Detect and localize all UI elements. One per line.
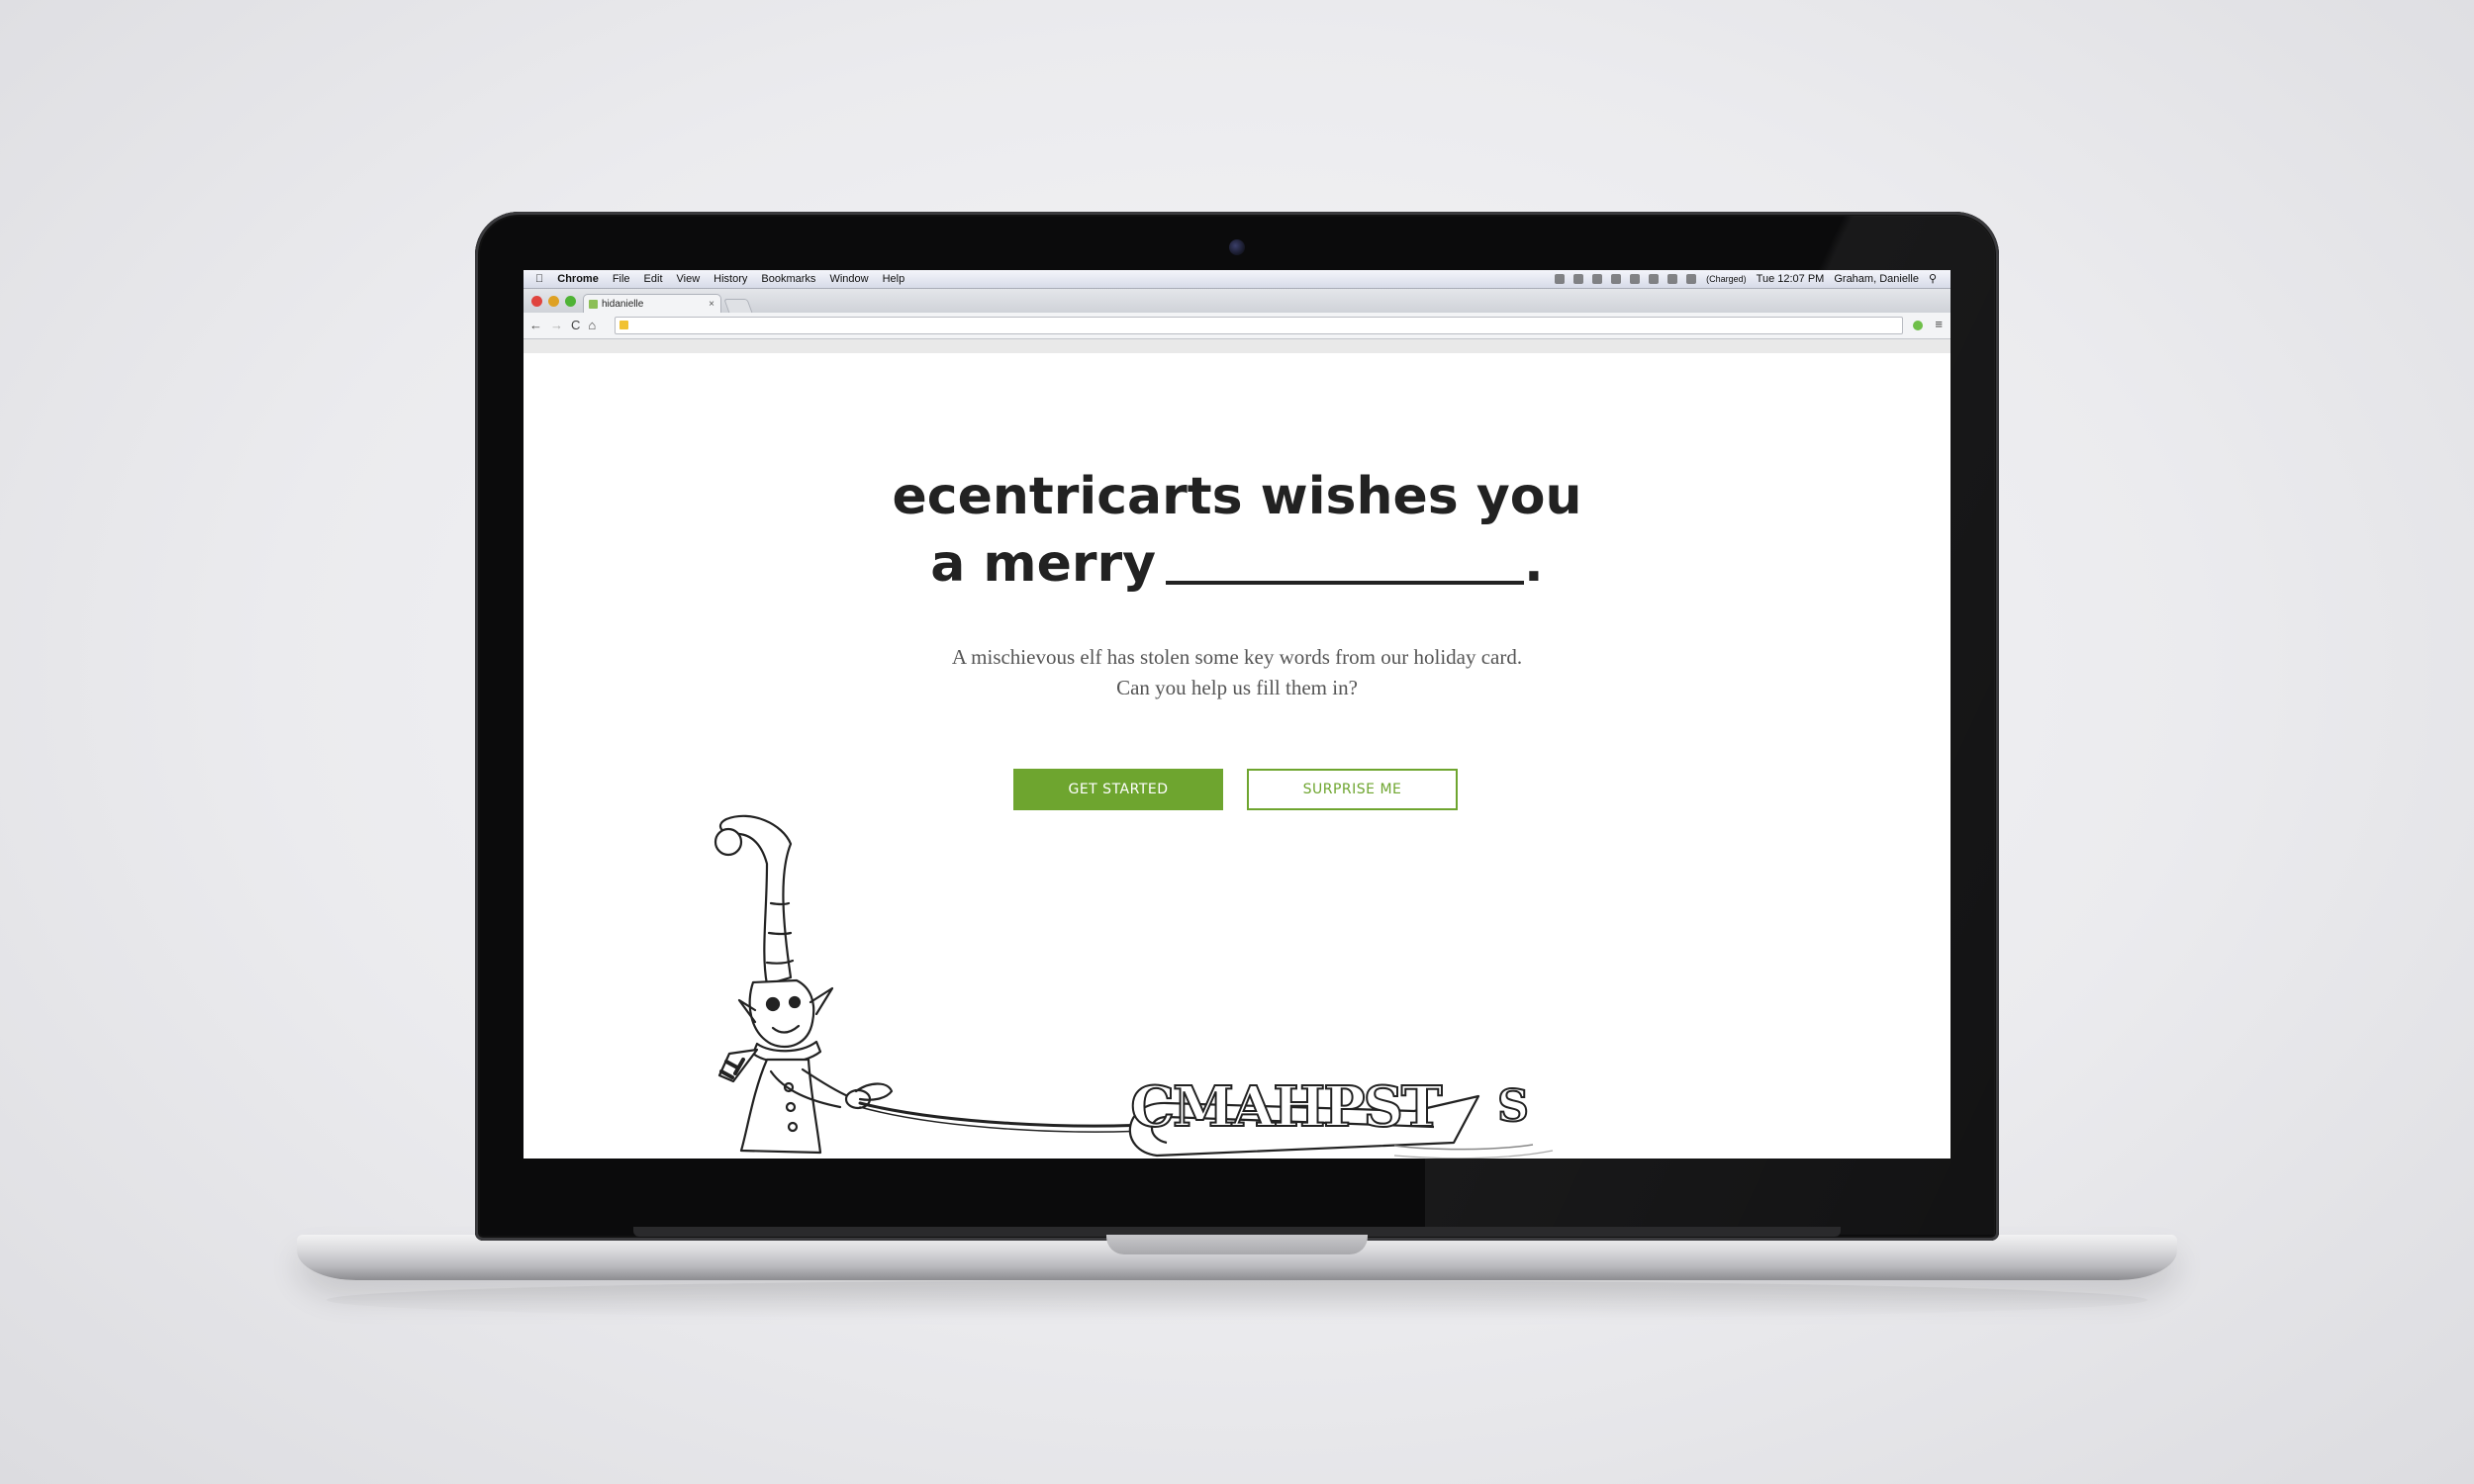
menu-help[interactable]: Help [883, 270, 905, 288]
laptop-reflection [327, 1280, 2147, 1320]
status-tray [1555, 274, 1697, 284]
headline-period: . [1524, 534, 1544, 594]
tray-icon[interactable] [1555, 274, 1566, 284]
headline-merry: a merry [930, 534, 1157, 594]
menu-file[interactable]: File [613, 270, 630, 288]
battery-icon[interactable] [1686, 274, 1697, 284]
apple-icon[interactable]:  [535, 270, 543, 288]
subtitle-line-2: Can you help us fill them in? [1116, 676, 1358, 699]
tray-icon[interactable] [1592, 274, 1603, 284]
sled-rope [858, 1101, 1179, 1128]
tab-title: hidanielle [602, 299, 644, 310]
reload-icon[interactable]: C [571, 317, 580, 334]
menu-bookmarks[interactable]: Bookmarks [761, 270, 815, 288]
menu-edit[interactable]: Edit [644, 270, 663, 288]
tray-icon[interactable] [1649, 274, 1660, 284]
page-subtitle: A mischievous elf has stolen some key wo… [523, 642, 1951, 703]
tray-icon[interactable] [1573, 274, 1584, 284]
menu-view[interactable]: View [677, 270, 701, 288]
menubar-user[interactable]: Graham, Danielle [1834, 270, 1919, 288]
menu-window[interactable]: Window [829, 270, 868, 288]
headline-line-2: a merry. [523, 530, 1951, 598]
zoom-window-button[interactable] [565, 296, 576, 307]
subtitle-line-1: A mischievous elf has stolen some key wo… [951, 645, 1523, 669]
battery-status: (Charged) [1706, 274, 1747, 284]
forward-icon[interactable]: → [550, 317, 563, 334]
close-window-button[interactable] [531, 296, 542, 307]
browser-toolbar: ← → C ⌂ ≡ [523, 313, 1951, 339]
camera-icon [1229, 239, 1245, 255]
page-headline: ecentricarts wishes you a merry. [523, 463, 1951, 598]
address-bar[interactable] [615, 317, 1903, 334]
window-controls [531, 296, 576, 307]
elf-head [748, 978, 815, 1049]
new-tab-button[interactable] [723, 299, 753, 314]
page-icon [619, 321, 628, 329]
trailing-letter: S [1497, 1081, 1529, 1132]
search-icon[interactable]: ⚲ [1929, 270, 1937, 288]
home-icon[interactable]: ⌂ [588, 317, 596, 334]
laptop-notch [1106, 1235, 1368, 1254]
screen:  Chrome File Edit View History Bookmark… [523, 270, 1951, 1159]
elf-pompom [714, 827, 743, 857]
wifi-icon[interactable] [1667, 274, 1678, 284]
bookmarks-bar [523, 339, 1951, 353]
back-icon[interactable]: ← [529, 317, 542, 334]
favicon-icon [589, 300, 598, 309]
menu-app-name[interactable]: Chrome [557, 270, 599, 288]
tray-icon[interactable] [1630, 274, 1641, 284]
tab-active[interactable]: hidanielle × [583, 294, 721, 313]
missing-word-blank [1166, 537, 1525, 585]
close-icon[interactable]: × [709, 295, 714, 314]
sled-letters: CMAHPST [1130, 1074, 1442, 1140]
elf-illustration: CMAHPST S [714, 814, 1554, 1159]
tray-icon[interactable] [1611, 274, 1622, 284]
menu-history[interactable]: History [714, 270, 747, 288]
minimize-window-button[interactable] [548, 296, 559, 307]
menubar-clock[interactable]: Tue 12:07 PM [1757, 270, 1825, 288]
extension-icon[interactable] [1913, 321, 1923, 330]
tab-strip: hidanielle × [523, 289, 1951, 314]
menu-icon[interactable]: ≡ [1935, 317, 1943, 332]
mac-menubar:  Chrome File Edit View History Bookmark… [523, 270, 1951, 289]
headline-line-1: ecentricarts wishes you [892, 467, 1582, 526]
